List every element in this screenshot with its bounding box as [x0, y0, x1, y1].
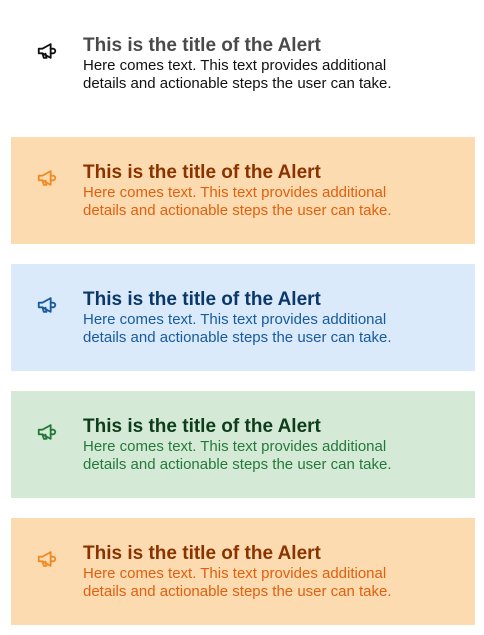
alert-warning: This is the title of the Alert Here come…: [11, 137, 475, 244]
alert-description: Here comes text. This text provides addi…: [83, 311, 392, 346]
alert-title: This is the title of the Alert: [83, 35, 321, 56]
alert-title: This is the title of the Alert: [83, 162, 321, 183]
alert-description: Here comes text. This text provides addi…: [83, 57, 392, 92]
alert-success: This is the title of the Alert Here come…: [11, 391, 475, 498]
megaphone-icon: [36, 40, 58, 62]
megaphone-icon: [36, 167, 58, 189]
megaphone-icon: [36, 421, 58, 443]
alert-default: This is the title of the Alert Here come…: [11, 10, 475, 117]
alert-title: This is the title of the Alert: [83, 416, 321, 437]
megaphone-icon: [36, 294, 58, 316]
alert-title: This is the title of the Alert: [83, 289, 321, 310]
alert-info: This is the title of the Alert Here come…: [11, 264, 475, 371]
alert-description: Here comes text. This text provides addi…: [83, 565, 392, 600]
alert-description: Here comes text. This text provides addi…: [83, 184, 392, 219]
alert-description: Here comes text. This text provides addi…: [83, 438, 392, 473]
megaphone-icon: [36, 548, 58, 570]
alert-warning-2: This is the title of the Alert Here come…: [11, 518, 475, 625]
alert-title: This is the title of the Alert: [83, 543, 321, 564]
